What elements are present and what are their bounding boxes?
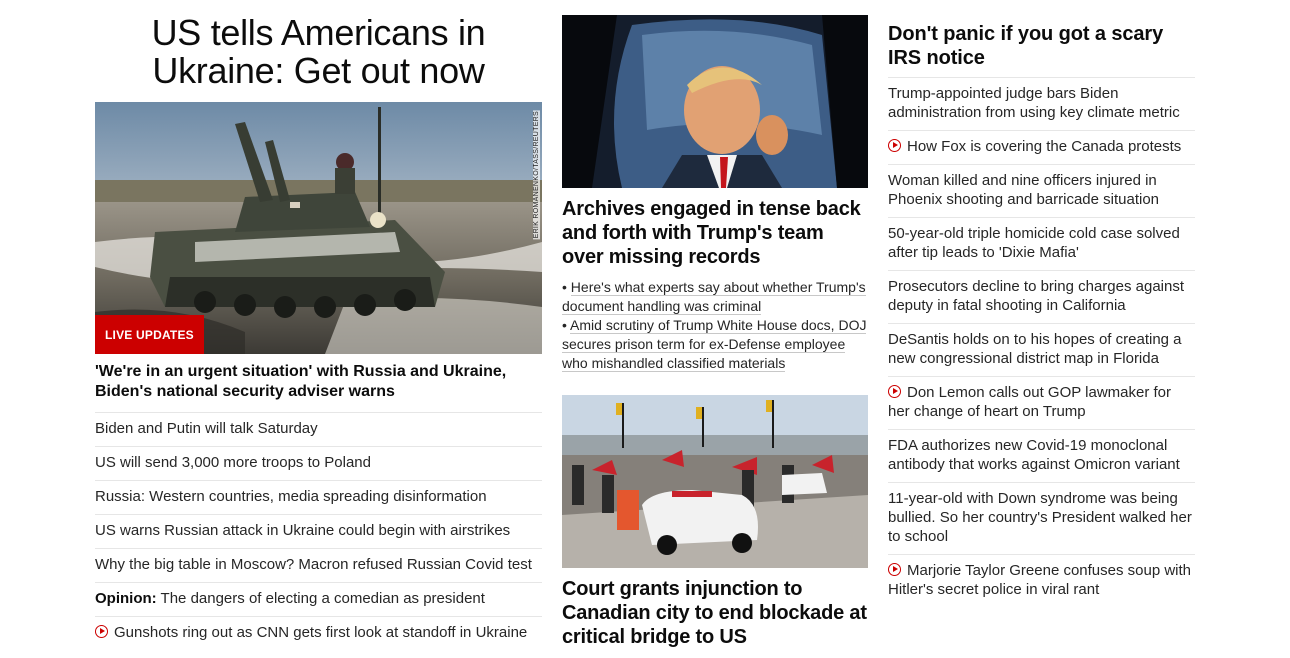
blockade-photo[interactable] [562,395,868,568]
live-updates-badge[interactable]: LIVE UPDATES [95,315,204,354]
secondary-column: Archives engaged in tense back and forth… [562,15,868,649]
bullet: • [562,279,571,295]
play-video-icon [888,139,901,152]
blockade-image [562,395,868,568]
play-video-icon [888,563,901,576]
list-item[interactable]: 11-year-old with Down syndrome was being… [888,482,1195,554]
list-item[interactable]: Woman killed and nine officers injured i… [888,164,1195,217]
list-item[interactable]: 50-year-old triple homicide cold case so… [888,217,1195,270]
trump-car-photo[interactable] [562,15,868,188]
headlines-list: Trump-appointed judge bars Biden adminis… [888,77,1195,607]
list-item[interactable]: Prosecutors decline to bring charges aga… [888,270,1195,323]
play-video-icon [888,385,901,398]
list-item[interactable]: Opinion: The dangers of electing a comed… [95,582,542,616]
archives-related-list: • Here's what experts say about whether … [562,278,868,373]
hero-image[interactable]: ERIK ROMANENKO/TASS/REUTERS LIVE UPDATES [95,102,542,354]
list-item[interactable]: DeSantis holds on to his hopes of creati… [888,323,1195,376]
trump-photo [562,15,868,188]
play-video-icon [95,625,108,638]
archives-headline[interactable]: Archives engaged in tense back and forth… [562,197,868,269]
list-item[interactable]: FDA authorizes new Covid-19 monoclonal a… [888,429,1195,482]
list-item[interactable]: US will send 3,000 more troops to Poland [95,446,542,480]
blockade-headline[interactable]: Court grants injunction to Canadian city… [562,577,868,649]
list-item[interactable]: • Amid scrutiny of Trump White House doc… [562,316,868,373]
list-item[interactable]: • Here's what experts say about whether … [562,278,868,316]
list-item[interactable]: Don Lemon calls out GOP lawmaker for her… [888,376,1195,429]
headlines-column: Don't panic if you got a scary IRS notic… [888,22,1195,607]
list-item[interactable]: Trump-appointed judge bars Biden adminis… [888,77,1195,130]
irs-headline[interactable]: Don't panic if you got a scary IRS notic… [888,22,1195,70]
bullet: • [562,317,571,333]
opinion-label: Opinion: [95,590,157,607]
list-item[interactable]: Russia: Western countries, media spreadi… [95,480,542,514]
list-item[interactable]: US warns Russian attack in Ukraine could… [95,514,542,548]
list-item[interactable]: Gunshots ring out as CNN gets first look… [95,616,542,650]
top-story-column: US tells Americans in Ukraine: Get out n… [95,0,542,650]
photo-credit: ERIK ROMANENKO/TASS/REUTERS [533,110,540,240]
list-item[interactable]: Why the big table in Moscow? Macron refu… [95,548,542,582]
list-item[interactable]: Marjorie Taylor Greene confuses soup wit… [888,554,1195,607]
main-headline[interactable]: US tells Americans in Ukraine: Get out n… [95,14,542,90]
list-item[interactable]: Biden and Putin will talk Saturday [95,412,542,446]
related-stories-list: Biden and Putin will talk Saturday US wi… [95,412,542,650]
list-item[interactable]: How Fox is covering the Canada protests [888,130,1195,164]
lede-headline[interactable]: 'We're in an urgent situation' with Russ… [95,362,542,402]
